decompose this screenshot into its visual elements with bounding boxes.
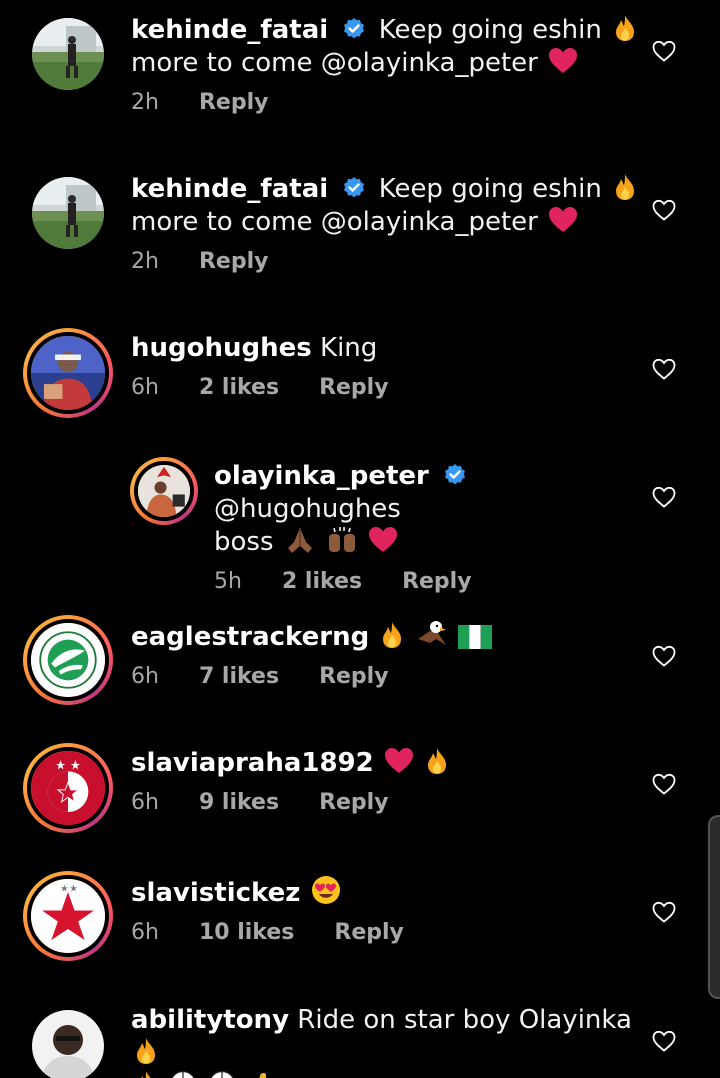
avatar[interactable] bbox=[32, 1010, 104, 1078]
like-heart-icon[interactable] bbox=[652, 645, 676, 667]
comment-text[interactable]: @hugohughes bbox=[214, 494, 401, 524]
avatar-photo-icon bbox=[31, 336, 105, 410]
folded-hands-emoji-icon bbox=[287, 528, 312, 553]
eagles-tracker-logo-icon bbox=[31, 623, 105, 697]
avatar-photo-icon bbox=[138, 465, 190, 517]
reply-button[interactable]: Reply bbox=[199, 249, 269, 274]
like-heart-icon[interactable] bbox=[652, 773, 676, 795]
reply-button[interactable]: Reply bbox=[334, 920, 404, 945]
reply-button[interactable]: Reply bbox=[319, 375, 389, 400]
like-heart-icon[interactable] bbox=[652, 358, 676, 380]
comment-time: 6h bbox=[131, 375, 159, 400]
avatar[interactable] bbox=[32, 177, 104, 249]
comments-screen: kehinde_fatai Keep going eshin more to c… bbox=[0, 0, 720, 1078]
red-heart-emoji-icon bbox=[549, 48, 578, 73]
avatar[interactable] bbox=[32, 18, 104, 90]
comment-time: 6h bbox=[131, 790, 159, 815]
comment-username[interactable]: eaglestrackerng bbox=[131, 622, 369, 652]
comment-text: King bbox=[320, 333, 378, 363]
likes-count[interactable]: 2 likes bbox=[199, 375, 279, 400]
comment-username[interactable]: hugohughes bbox=[131, 333, 312, 363]
avatar[interactable] bbox=[23, 328, 113, 418]
eagle-emoji-icon bbox=[417, 621, 446, 645]
fire-emoji-icon bbox=[141, 1071, 151, 1078]
slavia-praha-logo-icon bbox=[31, 751, 105, 825]
reply-button[interactable]: Reply bbox=[199, 90, 269, 115]
comment-text: Ride on star boy Olayinka bbox=[297, 1005, 632, 1035]
red-heart-emoji-icon bbox=[549, 207, 578, 232]
verified-badge-icon bbox=[344, 177, 365, 198]
flexed-biceps-emoji-icon bbox=[259, 1072, 266, 1078]
comment-time: 6h bbox=[131, 664, 159, 689]
comment-text-line2: more to come @olayinka_peter bbox=[131, 207, 538, 237]
likes-count[interactable]: 9 likes bbox=[199, 790, 279, 815]
fire-emoji-icon bbox=[428, 748, 447, 774]
red-star-logo-icon bbox=[31, 879, 105, 953]
comment-username[interactable]: olayinka_peter bbox=[214, 461, 429, 491]
avatar-photo-icon bbox=[32, 177, 104, 249]
likes-count[interactable]: 7 likes bbox=[199, 664, 279, 689]
comment-time: 2h bbox=[131, 90, 159, 115]
comment-username[interactable]: slavistickez bbox=[131, 878, 300, 908]
comment-time: 5h bbox=[214, 569, 242, 594]
fire-emoji-icon bbox=[616, 174, 635, 200]
likes-count[interactable]: 10 likes bbox=[199, 920, 294, 945]
red-heart-emoji-icon bbox=[385, 748, 413, 773]
comment-text: Keep going eshin bbox=[378, 174, 602, 204]
soccer-ball-emoji-icon bbox=[209, 1070, 234, 1078]
like-heart-icon[interactable] bbox=[652, 1030, 676, 1052]
likes-count[interactable]: 2 likes bbox=[282, 569, 362, 594]
comment-username[interactable]: kehinde_fatai bbox=[131, 174, 328, 204]
comment-text: Keep going eshin bbox=[378, 15, 602, 45]
reply-button[interactable]: Reply bbox=[319, 790, 389, 815]
comment-time: 6h bbox=[131, 920, 159, 945]
comment-time: 2h bbox=[131, 249, 159, 274]
comment-text-line2: boss bbox=[214, 527, 274, 557]
heart-eyes-emoji-icon bbox=[311, 876, 340, 904]
reply-button[interactable]: Reply bbox=[319, 664, 389, 689]
soccer-ball-emoji-icon bbox=[171, 1070, 195, 1078]
avatar[interactable] bbox=[23, 743, 113, 833]
avatar-photo-icon bbox=[32, 1010, 104, 1078]
like-heart-icon[interactable] bbox=[652, 40, 676, 62]
like-heart-icon[interactable] bbox=[652, 486, 676, 508]
comment-username[interactable]: abilitytony bbox=[131, 1005, 289, 1035]
comment-text-line2: more to come @olayinka_peter bbox=[131, 48, 538, 78]
avatar[interactable] bbox=[23, 871, 113, 961]
fire-emoji-icon bbox=[137, 1038, 155, 1064]
raised-hands-emoji-icon bbox=[329, 527, 356, 552]
verified-badge-icon bbox=[445, 464, 466, 485]
verified-badge-icon bbox=[344, 18, 365, 39]
scrollbar-handle[interactable] bbox=[708, 815, 720, 999]
fire-emoji-icon bbox=[616, 15, 635, 41]
nigeria-flag-emoji-icon bbox=[458, 625, 492, 649]
avatar[interactable] bbox=[130, 457, 198, 525]
comment-username[interactable]: slaviapraha1892 bbox=[131, 748, 374, 778]
red-heart-emoji-icon bbox=[369, 527, 398, 552]
avatar-photo-icon bbox=[32, 18, 104, 90]
like-heart-icon[interactable] bbox=[652, 199, 676, 221]
avatar[interactable] bbox=[23, 615, 113, 705]
comment-username[interactable]: kehinde_fatai bbox=[131, 15, 328, 45]
like-heart-icon[interactable] bbox=[652, 901, 676, 923]
reply-button[interactable]: Reply bbox=[402, 569, 472, 594]
fire-emoji-icon bbox=[383, 622, 402, 648]
